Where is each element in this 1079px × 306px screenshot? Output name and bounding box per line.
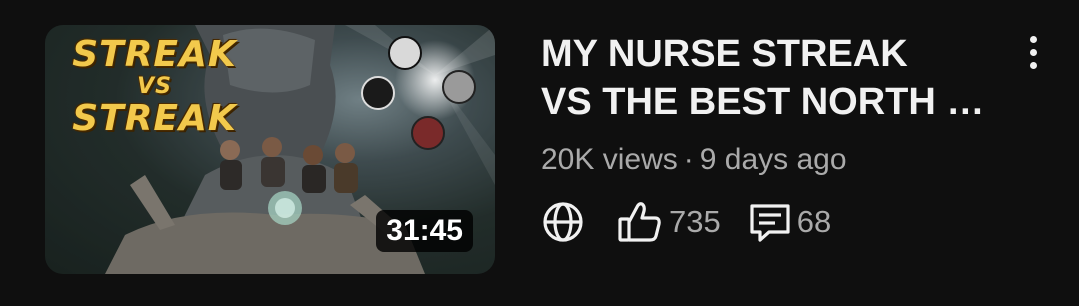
comments-stat[interactable]: 68	[747, 200, 831, 244]
video-stats: 735 68	[541, 200, 831, 244]
comment-icon	[747, 200, 793, 244]
thumbs-up-icon	[617, 200, 663, 244]
video-card[interactable]: STREAK VS STREAK 31:45 MY NURSE STREAK V…	[0, 0, 1079, 306]
thumbnail-text-line2: VS	[137, 74, 172, 99]
likes-stat[interactable]: 735	[617, 200, 747, 244]
thumbnail-text: STREAK VS STREAK	[67, 37, 242, 137]
like-count: 735	[669, 204, 721, 239]
view-count: 20K views	[541, 143, 678, 176]
meta-separator: ·	[683, 143, 694, 176]
upload-age: 9 days ago	[699, 143, 847, 176]
video-title-line1: MY NURSE STREAK	[541, 33, 908, 75]
thumbnail-text-line3: STREAK	[72, 98, 237, 139]
video-meta: 20K views · 9 days ago	[541, 143, 847, 177]
video-title[interactable]: MY NURSE STREAK VS THE BEST NORTH …	[541, 30, 1001, 126]
thumbnail-text-line1: STREAK	[72, 34, 237, 75]
duration-badge: 31:45	[376, 210, 473, 252]
comment-count: 68	[796, 204, 832, 239]
more-vert-icon[interactable]	[1018, 30, 1048, 74]
video-thumbnail[interactable]: STREAK VS STREAK 31:45	[45, 25, 495, 274]
globe-icon	[541, 200, 585, 244]
video-title-line2: VS THE BEST NORTH …	[541, 81, 985, 123]
